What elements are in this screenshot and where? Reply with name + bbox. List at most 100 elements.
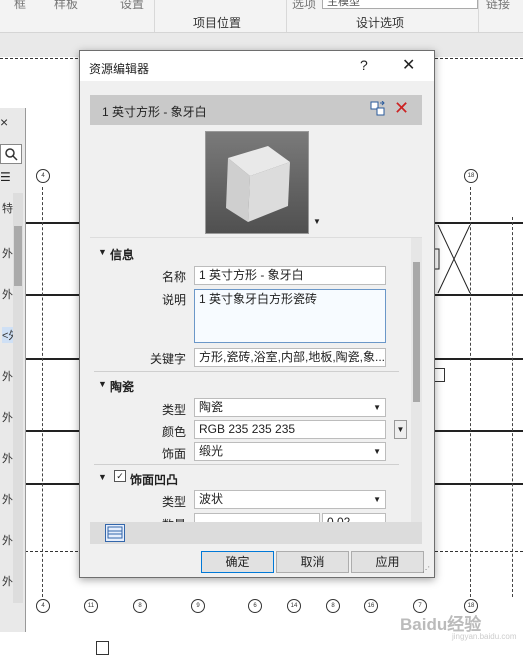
asset-browser-icon[interactable]	[105, 524, 125, 542]
project-browser: × ☰ 特 外 外 <外 外 外 外 外 外 外	[0, 108, 26, 632]
ribbon-label-settings[interactable]: 设置	[120, 0, 144, 12]
ribbon-label-link[interactable]: 链接	[486, 0, 510, 12]
bump-type-label: 类型	[161, 495, 186, 509]
main-model-select[interactable]: 主模型	[322, 0, 478, 9]
bump-type-select[interactable]: 波状 ▼	[194, 490, 386, 509]
ceramic-type-select[interactable]: 陶瓷 ▼	[194, 398, 386, 417]
asset-editor-dialog: 资源编辑器 ? ✕ 1 英寸方形 - 象牙白 ✕ ▼ ▼ 信息 名称 1 英寸方…	[79, 50, 435, 578]
grid-bubble[interactable]: 18	[464, 169, 478, 183]
wall-line	[25, 294, 80, 296]
browser-row[interactable]: 外	[2, 409, 13, 425]
wall-line	[25, 430, 80, 432]
asset-header: 1 英寸方形 - 象牙白 ✕	[90, 95, 422, 125]
design-options-group-label: 设计选项	[356, 16, 405, 30]
color-field[interactable]: RGB 235 235 235	[194, 420, 386, 439]
ceramic-type-label: 类型	[161, 403, 186, 417]
grid-bubble[interactable]: 11	[84, 599, 98, 613]
scrollbar-thumb[interactable]	[413, 262, 420, 402]
grid-bubble[interactable]: 4	[36, 169, 50, 183]
main-model-value: 主模型	[327, 0, 360, 8]
ok-button[interactable]: 确定	[201, 551, 274, 573]
ceramic-type-value: 陶瓷	[199, 400, 224, 414]
description-field[interactable]: 1 英寸象牙白方形瓷砖	[194, 289, 386, 343]
browser-row[interactable]: 外	[2, 245, 13, 261]
resize-grip-icon[interactable]: ⋰	[422, 565, 430, 574]
grid-bubble[interactable]: 6	[248, 599, 262, 613]
dialog-titlebar[interactable]: 资源编辑器 ? ✕	[80, 51, 434, 81]
browser-scrollbar-thumb[interactable]	[14, 226, 22, 286]
dropdown-arrow-icon: ▼	[373, 447, 381, 456]
ribbon-label-template[interactable]: 样板	[54, 0, 78, 12]
color-options-button[interactable]: ▼	[394, 420, 407, 439]
dropdown-arrow-icon: ▼	[373, 403, 381, 412]
wall-line	[432, 222, 523, 224]
wall-line	[432, 358, 523, 360]
delete-asset-icon[interactable]: ✕	[394, 98, 409, 119]
browser-close-icon[interactable]: ×	[0, 114, 8, 130]
grid-bubble[interactable]: 16	[364, 599, 378, 613]
dropdown-arrow-icon: ▼	[373, 495, 381, 504]
wall-line	[25, 483, 80, 485]
section-divider	[94, 371, 399, 372]
grid-line	[512, 217, 513, 597]
location-group-label: 项目位置	[193, 16, 242, 30]
swatch-dropdown-icon[interactable]: ▼	[313, 217, 321, 226]
grid-bubble[interactable]: 4	[36, 599, 50, 613]
keywords-field[interactable]: 方形,瓷砖,浴室,内部,地板,陶瓷,象...	[194, 348, 386, 367]
browser-row[interactable]: 外	[2, 286, 13, 302]
finish-label: 饰面	[161, 447, 186, 461]
wall-line	[432, 430, 523, 432]
ribbon-label-options[interactable]: 选项	[292, 0, 316, 12]
material-swatch-preview[interactable]	[205, 131, 309, 234]
cancel-button[interactable]: 取消	[276, 551, 349, 573]
name-label: 名称	[161, 270, 186, 284]
section-info-header[interactable]: 信息	[110, 246, 134, 263]
grid-bubble[interactable]: 8	[326, 599, 340, 613]
browser-search-input[interactable]	[0, 144, 22, 164]
structural-cross-brace	[432, 225, 471, 294]
browser-header-fragment: 特	[2, 203, 13, 215]
ribbon: 框 样板 设置 选项 主模型 链接 项目位置 设计选项	[0, 0, 523, 57]
ribbon-separator	[154, 0, 155, 32]
browser-view-icon[interactable]: ☰	[0, 170, 12, 186]
ribbon-label-frame[interactable]: 框	[14, 0, 26, 12]
grid-bubble[interactable]: 14	[287, 599, 301, 613]
grid-bubble[interactable]: 8	[133, 599, 147, 613]
description-label: 说明	[161, 293, 186, 307]
browser-row[interactable]: 外	[2, 368, 13, 384]
bump-checkbox[interactable]: ✓	[114, 470, 126, 482]
collapse-info-icon[interactable]: ▼	[98, 247, 107, 257]
properties-scrollbar[interactable]	[411, 238, 422, 523]
collapse-bump-icon[interactable]: ▼	[98, 472, 107, 482]
finish-select[interactable]: 缎光 ▼	[194, 442, 386, 461]
tile-cube-image	[226, 146, 290, 222]
wall-line	[432, 483, 523, 485]
tag-symbol	[96, 641, 109, 655]
wall-line	[25, 222, 80, 224]
apply-button[interactable]: 应用	[351, 551, 424, 573]
search-icon	[5, 148, 18, 161]
bump-type-value: 波状	[199, 492, 224, 506]
collapse-ceramic-icon[interactable]: ▼	[98, 379, 107, 389]
section-ceramic-header[interactable]: 陶瓷	[110, 378, 134, 395]
ribbon-separator	[478, 0, 479, 32]
browser-row[interactable]: 外	[2, 573, 13, 589]
browser-row[interactable]: 外	[2, 532, 13, 548]
grid-line	[42, 187, 43, 597]
wall-line	[25, 358, 80, 360]
baidu-watermark-url: jingyan.baidu.com	[452, 632, 517, 641]
section-bump-header[interactable]: 饰面凹凸	[130, 471, 178, 488]
finish-value: 缎光	[199, 444, 224, 458]
help-icon[interactable]: ?	[360, 57, 368, 73]
keywords-label: 关键字	[149, 352, 186, 366]
name-field[interactable]: 1 英寸方形 - 象牙白	[194, 266, 386, 285]
asset-name: 1 英寸方形 - 象牙白	[102, 105, 207, 119]
asset-properties-panel: ▼ 信息 名称 1 英寸方形 - 象牙白 说明 1 英寸象牙白方形瓷砖 关键字 …	[90, 237, 422, 523]
grid-bubble[interactable]: 9	[191, 599, 205, 613]
ribbon-separator	[286, 0, 287, 32]
close-icon[interactable]: ✕	[402, 55, 415, 75]
dialog-footer-bar	[90, 522, 422, 544]
duplicate-asset-icon[interactable]	[370, 101, 386, 117]
browser-row[interactable]: 外	[2, 491, 13, 507]
browser-row[interactable]: 外	[2, 450, 13, 466]
